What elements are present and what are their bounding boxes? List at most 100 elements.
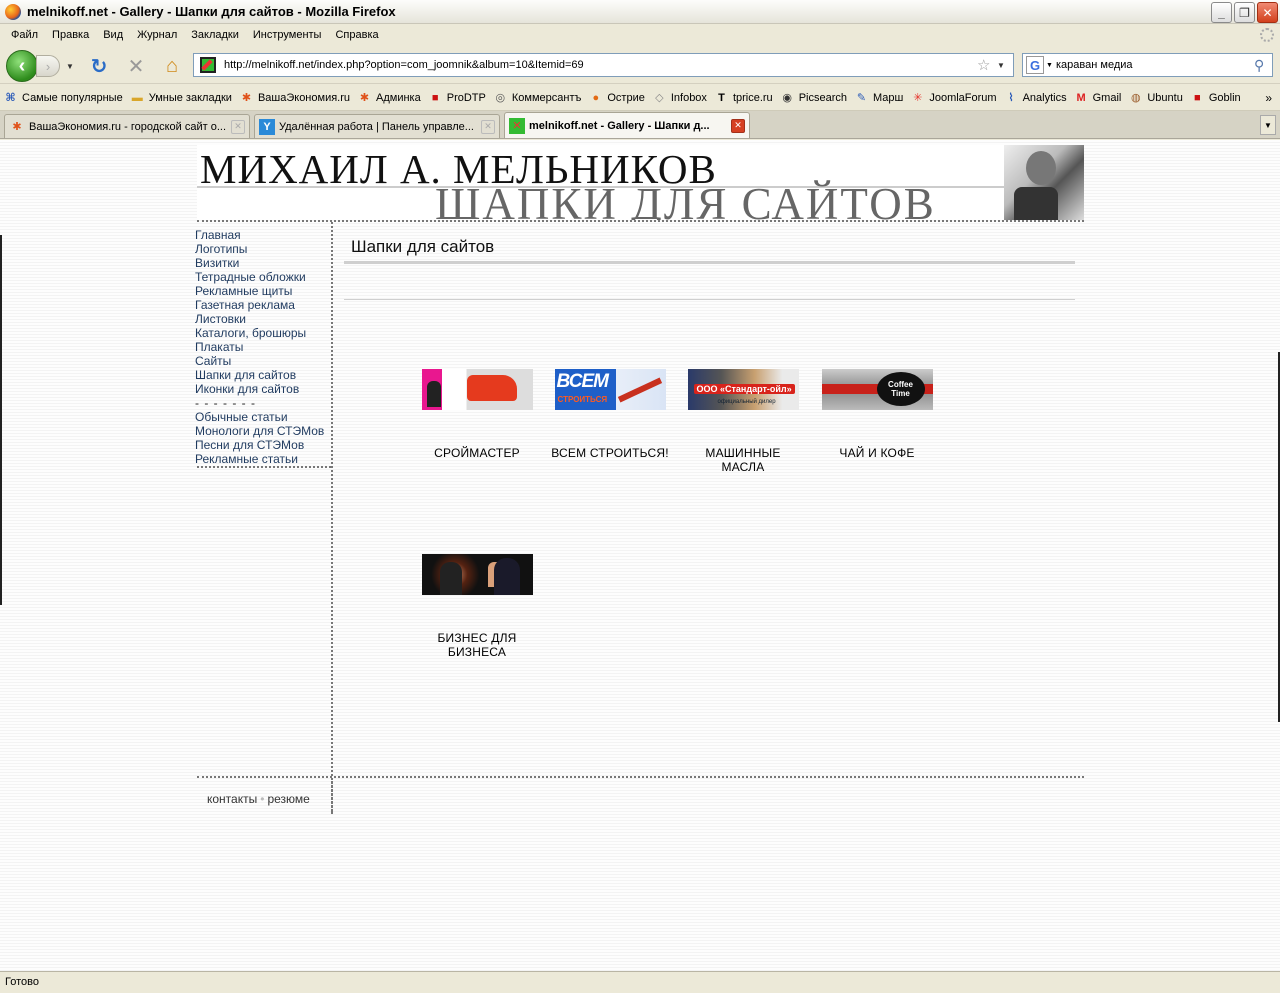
footer-link-contacts[interactable]: контакты <box>207 792 257 806</box>
gallery-caption[interactable]: СРОЙМАСТЕР <box>417 446 537 460</box>
gallery-thumbnail[interactable] <box>421 369 533 410</box>
history-dropdown-button[interactable]: ▼ <box>62 55 78 77</box>
search-input[interactable] <box>1056 59 1254 71</box>
bookmark-item[interactable]: ✎ Марш <box>854 90 903 105</box>
gallery-thumbnail[interactable]: ВСЕМ СТРОИТЬСЯ <box>554 369 666 410</box>
tab-vashaekonomiya[interactable]: ✱ ВашаЭкономия.ru - городской сайт о... … <box>4 114 250 138</box>
kommersant-icon: ◎ <box>495 92 506 104</box>
search-icon[interactable]: ⚲ <box>1254 57 1272 74</box>
forward-button[interactable]: › <box>36 55 60 77</box>
gallery-item[interactable]: ВСЕМ СТРОИТЬСЯ ВСЕМ СТРОИТЬСЯ! <box>550 369 670 460</box>
site-favicon-icon <box>200 57 216 73</box>
gallery-item[interactable]: БИЗНЕС ДЛЯ БИЗНЕСА <box>417 554 537 659</box>
bookmark-item[interactable]: ■ Goblin <box>1190 90 1241 105</box>
bookmark-item[interactable]: Ttprice.ru <box>714 90 773 105</box>
minimize-icon[interactable]: _ <box>1211 2 1232 23</box>
footer-link-resume[interactable]: резюме <box>267 792 309 806</box>
bookmark-item[interactable]: ◍ Ubuntu <box>1128 90 1183 105</box>
reload-button[interactable]: ↻ <box>87 55 111 78</box>
gallery-caption[interactable]: МАШИННЫЕ МАСЛА <box>683 446 803 474</box>
tab-remote-work[interactable]: Y Удалённая работа | Панель управле... ✕ <box>254 114 500 138</box>
bookmark-item[interactable]: ✱ ВашаЭкономия.ru <box>239 90 350 105</box>
menu-tools[interactable]: Инструменты <box>246 29 329 41</box>
sidebar-item-ad-articles[interactable]: Рекламные статьи <box>195 452 331 466</box>
footer-dotted-divider-vertical <box>331 778 333 814</box>
bookmark-item[interactable]: ✱ Админка <box>357 90 421 105</box>
google-engine-icon[interactable]: G <box>1026 56 1044 74</box>
url-bar[interactable]: ☆ ▼ <box>193 53 1014 77</box>
menu-bookmarks[interactable]: Закладки <box>184 29 246 41</box>
url-dropdown-icon[interactable]: ▼ <box>997 61 1013 70</box>
close-icon[interactable]: ✕ <box>1257 2 1278 23</box>
engine-dropdown-icon[interactable]: ▼ <box>1046 62 1056 69</box>
window-title: melnikoff.net - Gallery - Шапки для сайт… <box>27 4 396 19</box>
bookmark-star-icon[interactable]: ☆ <box>977 56 993 74</box>
stop-button[interactable]: ✕ <box>124 55 148 78</box>
gallery-item[interactable]: СРОЙМАСТЕР <box>417 369 537 460</box>
bookmark-item[interactable]: M Gmail <box>1074 90 1122 105</box>
gallery-thumbnail[interactable]: ООО «Стандарт-ойл» официальный дилер <box>687 369 799 410</box>
site-header-banner: МИХАИЛ А. МЕЛЬНИКОВ ШАПКИ ДЛЯ САЙТОВ <box>197 145 1084 220</box>
t-icon: T <box>718 91 725 104</box>
status-bar: Готово <box>0 971 1280 993</box>
gallery-caption[interactable]: ЧАЙ И КОФЕ <box>817 446 937 460</box>
close-tab-icon[interactable]: ✕ <box>481 119 495 134</box>
menu-file[interactable]: Файл <box>4 29 45 41</box>
sidebar-item-logos[interactable]: Логотипы <box>195 242 331 256</box>
bookmark-item[interactable]: ● Острие <box>588 90 645 105</box>
sidebar-item-regular-articles[interactable]: Обычные статьи <box>195 410 331 424</box>
home-button[interactable]: ⌂ <box>160 55 184 77</box>
menu-edit[interactable]: Правка <box>45 29 96 41</box>
sidebar-item-posters[interactable]: Плакаты <box>195 340 331 354</box>
tab-list-dropdown-button[interactable]: ▼ <box>1260 115 1276 135</box>
tab-melnikoff-gallery[interactable]: ✕ melnikoff.net - Gallery - Шапки д... ✕ <box>504 112 750 138</box>
throbber-icon <box>1260 28 1274 42</box>
bookmark-item[interactable]: ◇ Infobox <box>652 90 707 105</box>
gallery-thumbnail[interactable]: Coffee Time <box>821 369 933 410</box>
sidebar-item-site-headers[interactable]: Шапки для сайтов <box>195 368 331 382</box>
menu-history[interactable]: Журнал <box>130 29 184 41</box>
back-button[interactable]: ‹ <box>6 50 38 82</box>
pen-icon: ✎ <box>856 92 867 104</box>
menu-bar: Файл Правка Вид Журнал Закладки Инструме… <box>0 24 1280 46</box>
sidebar-item-business-cards[interactable]: Визитки <box>195 256 331 270</box>
picsearch-icon: ◉ <box>782 92 792 104</box>
menu-view[interactable]: Вид <box>96 29 130 41</box>
balloon-icon: ● <box>592 91 600 104</box>
sidebar-item-leaflets[interactable]: Листовки <box>195 312 331 326</box>
chevron-more-icon[interactable]: » <box>1265 91 1272 105</box>
bookmark-item[interactable]: ■ ProDTP <box>428 90 486 105</box>
sidebar-item-newspaper-ads[interactable]: Газетная реклама <box>195 298 331 312</box>
sidebar-item-sites[interactable]: Сайты <box>195 354 331 368</box>
bookmark-item[interactable]: ⌇ Analytics <box>1004 90 1066 105</box>
gallery-item[interactable]: Coffee Time ЧАЙ И КОФЕ <box>817 369 937 460</box>
sidebar-item-catalogs[interactable]: Каталоги, брошюры <box>195 326 331 340</box>
gallery-caption[interactable]: БИЗНЕС ДЛЯ БИЗНЕСА <box>417 631 537 659</box>
gallery-item[interactable]: ООО «Стандарт-ойл» официальный дилер МАШ… <box>683 369 803 474</box>
sidebar-item-stem-songs[interactable]: Песни для СТЭМов <box>195 438 331 452</box>
sidebar-item-notebook-covers[interactable]: Тетрадные обложки <box>195 270 331 284</box>
footer-dot-separator: • <box>260 792 265 806</box>
sidebar-item-home[interactable]: Главная <box>195 228 331 242</box>
close-tab-icon[interactable]: ✕ <box>731 118 745 133</box>
sidebar-item-billboards[interactable]: Рекламные щиты <box>195 284 331 298</box>
vashaekonomiya-icon: ✱ <box>241 92 252 104</box>
bookmark-item[interactable]: ◉ Picsearch <box>780 90 847 105</box>
url-input[interactable] <box>224 59 977 71</box>
y-site-icon: Y <box>259 118 275 135</box>
sidebar-item-stem-monologues[interactable]: Монологи для СТЭМов <box>195 424 331 438</box>
bookmark-item[interactable]: ⌘ Самые популярные <box>3 90 122 105</box>
joomla-icon: ✳ <box>913 92 923 104</box>
bookmark-item[interactable]: ◎ Коммерсантъ <box>493 90 582 105</box>
footer-links: контакты • резюме <box>207 792 310 806</box>
bookmark-item[interactable]: ▬ Умные закладки <box>130 90 232 105</box>
search-bar[interactable]: G ▼ ⚲ <box>1022 53 1273 77</box>
gallery-caption[interactable]: ВСЕМ СТРОИТЬСЯ! <box>550 446 670 460</box>
close-tab-icon[interactable]: ✕ <box>231 119 245 134</box>
bookmark-item[interactable]: ✳ JoomlaForum <box>910 90 996 105</box>
analytics-icon: ⌇ <box>1008 92 1014 104</box>
restore-icon[interactable]: ❐ <box>1234 2 1255 23</box>
sidebar-item-site-icons[interactable]: Иконки для сайтов <box>195 382 331 396</box>
gallery-thumbnail[interactable] <box>421 554 533 595</box>
menu-help[interactable]: Справка <box>328 29 385 41</box>
